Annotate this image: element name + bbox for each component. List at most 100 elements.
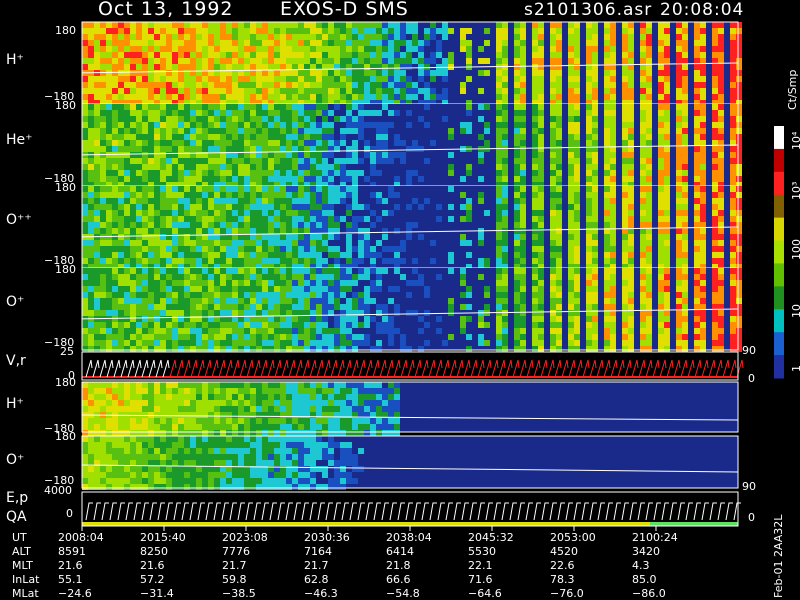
spectrogram-cell <box>592 140 598 146</box>
spectrogram-cell <box>244 322 250 328</box>
spectrogram-cell <box>340 322 346 328</box>
spectrogram-cell <box>148 134 154 140</box>
lower-h-cell <box>208 424 214 430</box>
spectrogram-cell <box>700 70 706 76</box>
spectrogram-cell <box>712 164 718 170</box>
spectrogram-cell <box>202 134 208 140</box>
spectrogram-cell <box>712 346 718 352</box>
spectrogram-cell <box>556 28 562 34</box>
spectrogram-cell <box>712 64 718 70</box>
spectrogram-cell <box>88 164 94 170</box>
spectrogram-cell <box>478 158 484 164</box>
spectrogram-cell <box>88 228 94 234</box>
spectrogram-cell <box>550 176 556 182</box>
spectrogram-cell <box>622 82 628 88</box>
spectrogram-cell <box>466 170 472 176</box>
spectrogram-cell <box>376 28 382 34</box>
spectrogram-cell <box>172 22 178 28</box>
spectrogram-cell <box>334 334 340 340</box>
spectrogram-cell <box>628 46 634 52</box>
spectrogram-cell <box>124 234 130 240</box>
spectrogram-cell <box>682 316 688 322</box>
lower-h-cell <box>244 382 250 388</box>
spectrogram-cell <box>406 76 412 82</box>
spectrogram-cell <box>712 76 718 82</box>
spectrogram-cell <box>694 274 700 280</box>
spectrogram-cell <box>628 88 634 94</box>
spectrogram-cell <box>466 286 472 292</box>
spectrogram-cell <box>160 310 166 316</box>
spectrogram-cell <box>436 216 442 222</box>
spectrogram-cell <box>646 164 652 170</box>
spectrogram-cell <box>514 186 520 192</box>
spectrogram-cell <box>274 280 280 286</box>
spectrogram-cell <box>172 140 178 146</box>
spectrogram-cell <box>622 40 628 46</box>
spectrogram-cell <box>262 116 268 122</box>
spectrogram-cell <box>286 128 292 134</box>
spectrogram-cell <box>274 52 280 58</box>
spectrogram-cell <box>160 192 166 198</box>
spectrogram-cell <box>412 58 418 64</box>
spectrogram-cell <box>292 176 298 182</box>
spectrogram-cell <box>166 176 172 182</box>
spectrogram-cell <box>712 316 718 322</box>
spectrogram-cell <box>388 76 394 82</box>
spectrogram-cell <box>256 128 262 134</box>
spectrogram-cell <box>94 280 100 286</box>
lower-h-cell <box>148 394 154 400</box>
spectrogram-cell <box>502 176 508 182</box>
spectrogram-cell <box>190 246 196 252</box>
spectrogram-cell <box>604 340 610 346</box>
spectrogram-cell <box>154 246 160 252</box>
spectrogram-cell <box>154 216 160 222</box>
spectrogram-cell <box>574 22 580 28</box>
spectrogram-cell <box>694 146 700 152</box>
spectrogram-cell <box>310 274 316 280</box>
spectrogram-cell <box>574 316 580 322</box>
spectrogram-cell <box>370 76 376 82</box>
spectrogram-cell <box>574 164 580 170</box>
spectrogram-cell <box>184 52 190 58</box>
spectrogram-cell <box>226 110 232 116</box>
spectrogram-cell <box>550 228 556 234</box>
spectrogram-cell <box>514 40 520 46</box>
spectrogram-cell <box>244 252 250 258</box>
spectrogram-cell <box>100 334 106 340</box>
spectrogram-cell <box>214 334 220 340</box>
spectrogram-cell <box>292 334 298 340</box>
lower-h-cell <box>202 394 208 400</box>
spectrogram-cell <box>202 58 208 64</box>
spectrogram-cell <box>442 76 448 82</box>
spectrogram-cell <box>112 52 118 58</box>
spectrogram-cell <box>592 334 598 340</box>
spectrogram-cell <box>82 76 88 82</box>
spectrogram-cell <box>628 158 634 164</box>
spectrogram-cell <box>202 322 208 328</box>
spectrogram-cell <box>556 22 562 28</box>
spectrogram-cell <box>682 82 688 88</box>
spectrogram-cell <box>556 186 562 192</box>
spectrogram-cell <box>280 268 286 274</box>
spectrogram-cell <box>190 22 196 28</box>
spectrogram-cell <box>250 292 256 298</box>
spectrogram-cell <box>622 94 628 100</box>
spectrogram-cell <box>94 164 100 170</box>
spectrogram-cell <box>406 280 412 286</box>
spectrogram-cell <box>184 292 190 298</box>
spectrogram-cell <box>262 322 268 328</box>
spectrogram-cell <box>256 216 262 222</box>
spectrogram-cell <box>466 240 472 246</box>
spectrogram-cell <box>178 210 184 216</box>
spectrogram-cell <box>118 40 124 46</box>
spectrogram-cell <box>694 328 700 334</box>
spectrogram-cell <box>286 198 292 204</box>
spectrogram-cell <box>592 246 598 252</box>
spectrogram-cell <box>370 28 376 34</box>
spectrogram-cell <box>172 104 178 110</box>
spectrogram-cell <box>124 46 130 52</box>
spectrogram-cell <box>184 204 190 210</box>
spectrogram-cell <box>226 58 232 64</box>
spectrogram-cell <box>682 222 688 228</box>
spectrogram-cell <box>664 64 670 70</box>
